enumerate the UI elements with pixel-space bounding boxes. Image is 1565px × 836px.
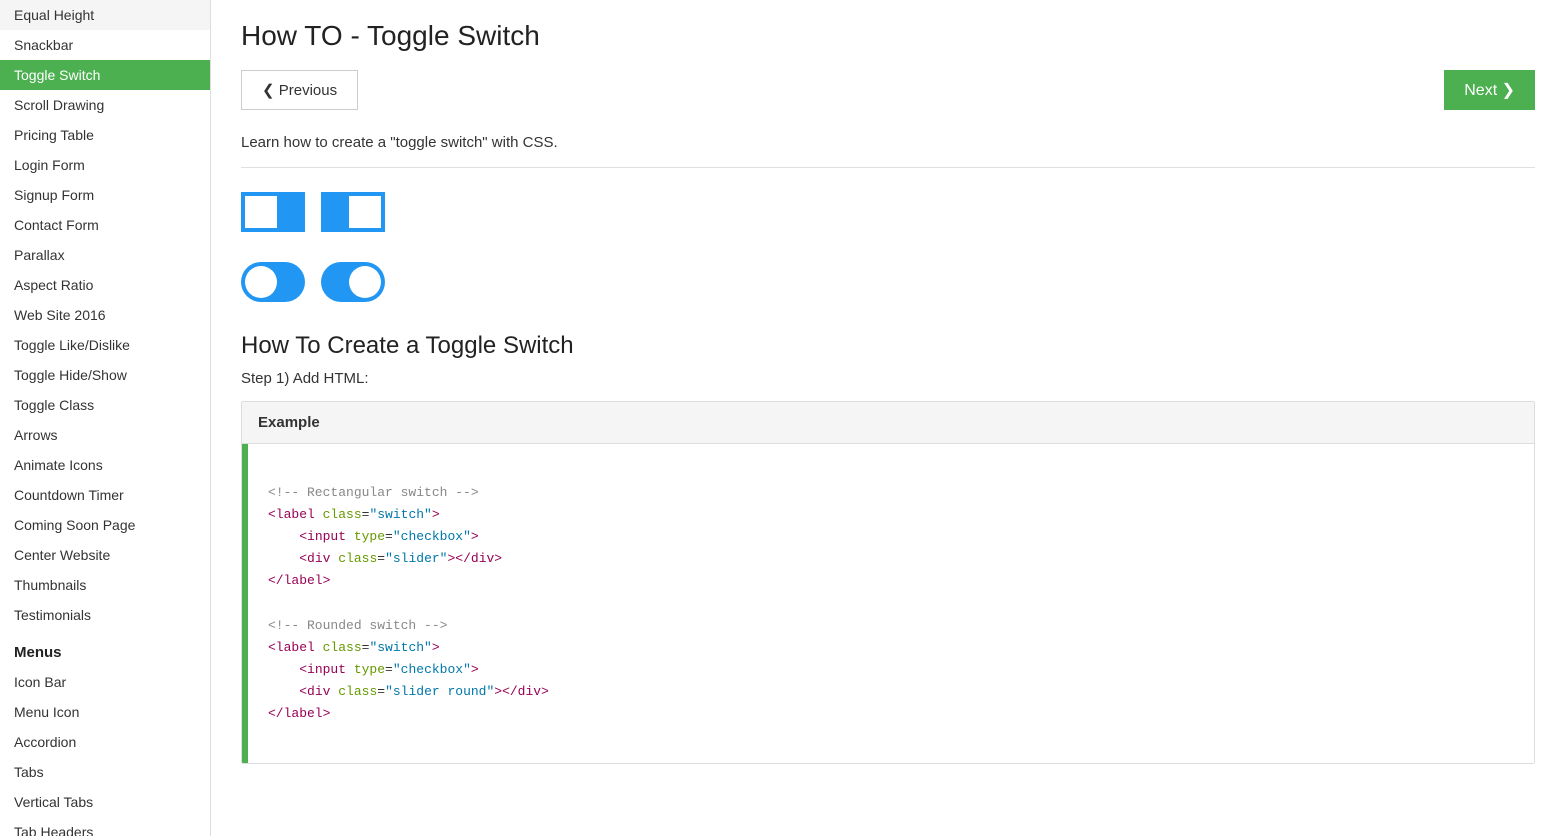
example-header: Example bbox=[242, 402, 1534, 444]
main-content: How TO - Toggle Switch ❮ Previous Next ❯… bbox=[211, 0, 1565, 836]
toggle-round-off[interactable] bbox=[241, 262, 305, 302]
sidebar-item-snackbar[interactable]: Snackbar bbox=[0, 30, 210, 60]
sidebar-item-center-website[interactable]: Center Website bbox=[0, 540, 210, 570]
sidebar-item-contact-form[interactable]: Contact Form bbox=[0, 210, 210, 240]
example-body: <!-- Rectangular switch --> <label class… bbox=[242, 444, 1534, 763]
example-box: Example <!-- Rectangular switch --> <lab… bbox=[241, 401, 1535, 764]
code-tag-1: <label bbox=[268, 507, 323, 522]
how-to-title: How To Create a Toggle Switch bbox=[241, 332, 1535, 360]
sidebar-item-pricing-table[interactable]: Pricing Table bbox=[0, 120, 210, 150]
sidebar-item-menu-icon[interactable]: Menu Icon bbox=[0, 697, 210, 727]
code-val-1: "switch" bbox=[369, 507, 431, 522]
description-text: Learn how to create a "toggle switch" wi… bbox=[241, 134, 1535, 151]
sidebar-item-coming-soon-page[interactable]: Coming Soon Page bbox=[0, 510, 210, 540]
sidebar-item-arrows[interactable]: Arrows bbox=[0, 420, 210, 450]
sidebar-item-icon-bar[interactable]: Icon Bar bbox=[0, 667, 210, 697]
toggle-rect-on[interactable] bbox=[321, 192, 385, 232]
sidebar-item-toggle-class[interactable]: Toggle Class bbox=[0, 390, 210, 420]
code-block: <!-- Rectangular switch --> <label class… bbox=[248, 444, 569, 763]
toggle-rect-off[interactable] bbox=[241, 192, 305, 232]
sidebar-item-animate-icons[interactable]: Animate Icons bbox=[0, 450, 210, 480]
sidebar-item-tab-headers[interactable]: Tab Headers bbox=[0, 817, 210, 836]
next-button[interactable]: Next ❯ bbox=[1444, 70, 1535, 110]
sidebar-item-thumbnails[interactable]: Thumbnails bbox=[0, 570, 210, 600]
sidebar-item-login-form[interactable]: Login Form bbox=[0, 150, 210, 180]
sidebar-item-aspect-ratio[interactable]: Aspect Ratio bbox=[0, 270, 210, 300]
sidebar-item-web-site-2016[interactable]: Web Site 2016 bbox=[0, 300, 210, 330]
toggle-round-demo-area bbox=[241, 262, 1535, 302]
sidebar-item-toggle-like-dislike[interactable]: Toggle Like/Dislike bbox=[0, 330, 210, 360]
sidebar-menus-label: Menus bbox=[0, 630, 210, 667]
sidebar-item-countdown-timer[interactable]: Countdown Timer bbox=[0, 480, 210, 510]
sidebar-item-toggle-switch[interactable]: Toggle Switch bbox=[0, 60, 210, 90]
sidebar-item-vertical-tabs[interactable]: Vertical Tabs bbox=[0, 787, 210, 817]
step1-label: Step 1) Add HTML: bbox=[241, 370, 1535, 387]
nav-buttons: ❮ Previous Next ❯ bbox=[241, 70, 1535, 110]
sidebar-item-parallax[interactable]: Parallax bbox=[0, 240, 210, 270]
sidebar-item-equal-height[interactable]: Equal Height bbox=[0, 0, 210, 30]
sidebar-item-toggle-hide-show[interactable]: Toggle Hide/Show bbox=[0, 360, 210, 390]
toggle-demo-area bbox=[241, 192, 1535, 232]
sidebar-item-tabs[interactable]: Tabs bbox=[0, 757, 210, 787]
prev-button[interactable]: ❮ Previous bbox=[241, 70, 358, 110]
sidebar-item-scroll-drawing[interactable]: Scroll Drawing bbox=[0, 90, 210, 120]
divider bbox=[241, 167, 1535, 168]
sidebar-item-signup-form[interactable]: Signup Form bbox=[0, 180, 210, 210]
sidebar-item-accordion[interactable]: Accordion bbox=[0, 727, 210, 757]
sidebar-item-testimonials[interactable]: Testimonials bbox=[0, 600, 210, 630]
code-attr-1: class bbox=[323, 507, 362, 522]
toggle-round-on[interactable] bbox=[321, 262, 385, 302]
code-comment-1: <!-- Rectangular switch --> bbox=[268, 485, 479, 500]
page-title: How TO - Toggle Switch bbox=[241, 20, 1535, 52]
sidebar: Equal HeightSnackbarToggle SwitchScroll … bbox=[0, 0, 211, 836]
